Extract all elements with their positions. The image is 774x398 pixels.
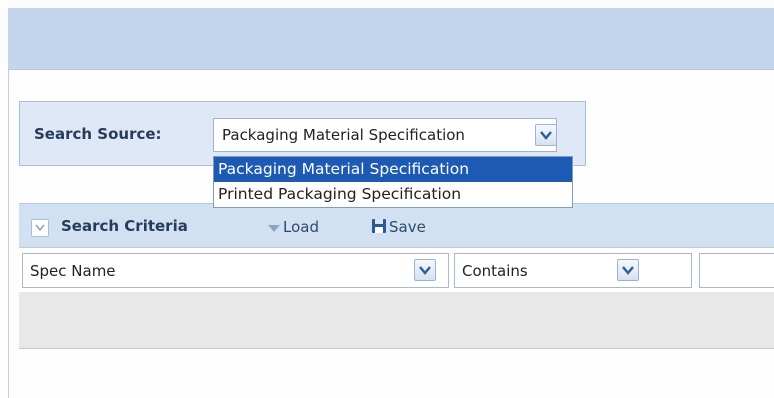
- load-button[interactable]: Load: [267, 218, 319, 238]
- dropdown-option[interactable]: Printed Packaging Specification: [214, 182, 572, 207]
- floppy-disk-icon: [372, 219, 386, 233]
- dropdown-option[interactable]: Packaging Material Specification: [214, 157, 572, 182]
- search-criteria-header: Search Criteria Load Save: [19, 203, 774, 247]
- page: Search Source: Packaging Material Specif…: [0, 0, 774, 398]
- collapse-toggle-button[interactable]: [31, 219, 49, 237]
- field-select[interactable]: Spec Name: [22, 253, 449, 288]
- header-band: [8, 8, 774, 70]
- search-criteria-title: Search Criteria: [61, 217, 188, 235]
- operator-select[interactable]: Contains: [454, 253, 692, 288]
- save-label: Save: [389, 218, 426, 236]
- save-button[interactable]: Save: [371, 218, 426, 238]
- search-source-label: Search Source:: [34, 125, 162, 143]
- search-source-select[interactable]: Packaging Material Specification: [213, 118, 557, 152]
- search-criteria-body: Spec Name Contains: [19, 247, 774, 349]
- search-source-value: Packaging Material Specification: [222, 126, 465, 144]
- search-source-dropdown-list: Packaging Material Specification Printed…: [213, 156, 573, 208]
- chevron-down-icon[interactable]: [414, 259, 436, 281]
- field-select-value: Spec Name: [30, 262, 116, 280]
- operator-select-value: Contains: [462, 262, 528, 280]
- search-value-input[interactable]: [699, 253, 774, 288]
- chevron-down-icon[interactable]: [617, 259, 639, 281]
- chevron-down-icon[interactable]: [535, 124, 557, 146]
- load-label: Load: [283, 218, 319, 236]
- triangle-down-icon: [268, 224, 280, 232]
